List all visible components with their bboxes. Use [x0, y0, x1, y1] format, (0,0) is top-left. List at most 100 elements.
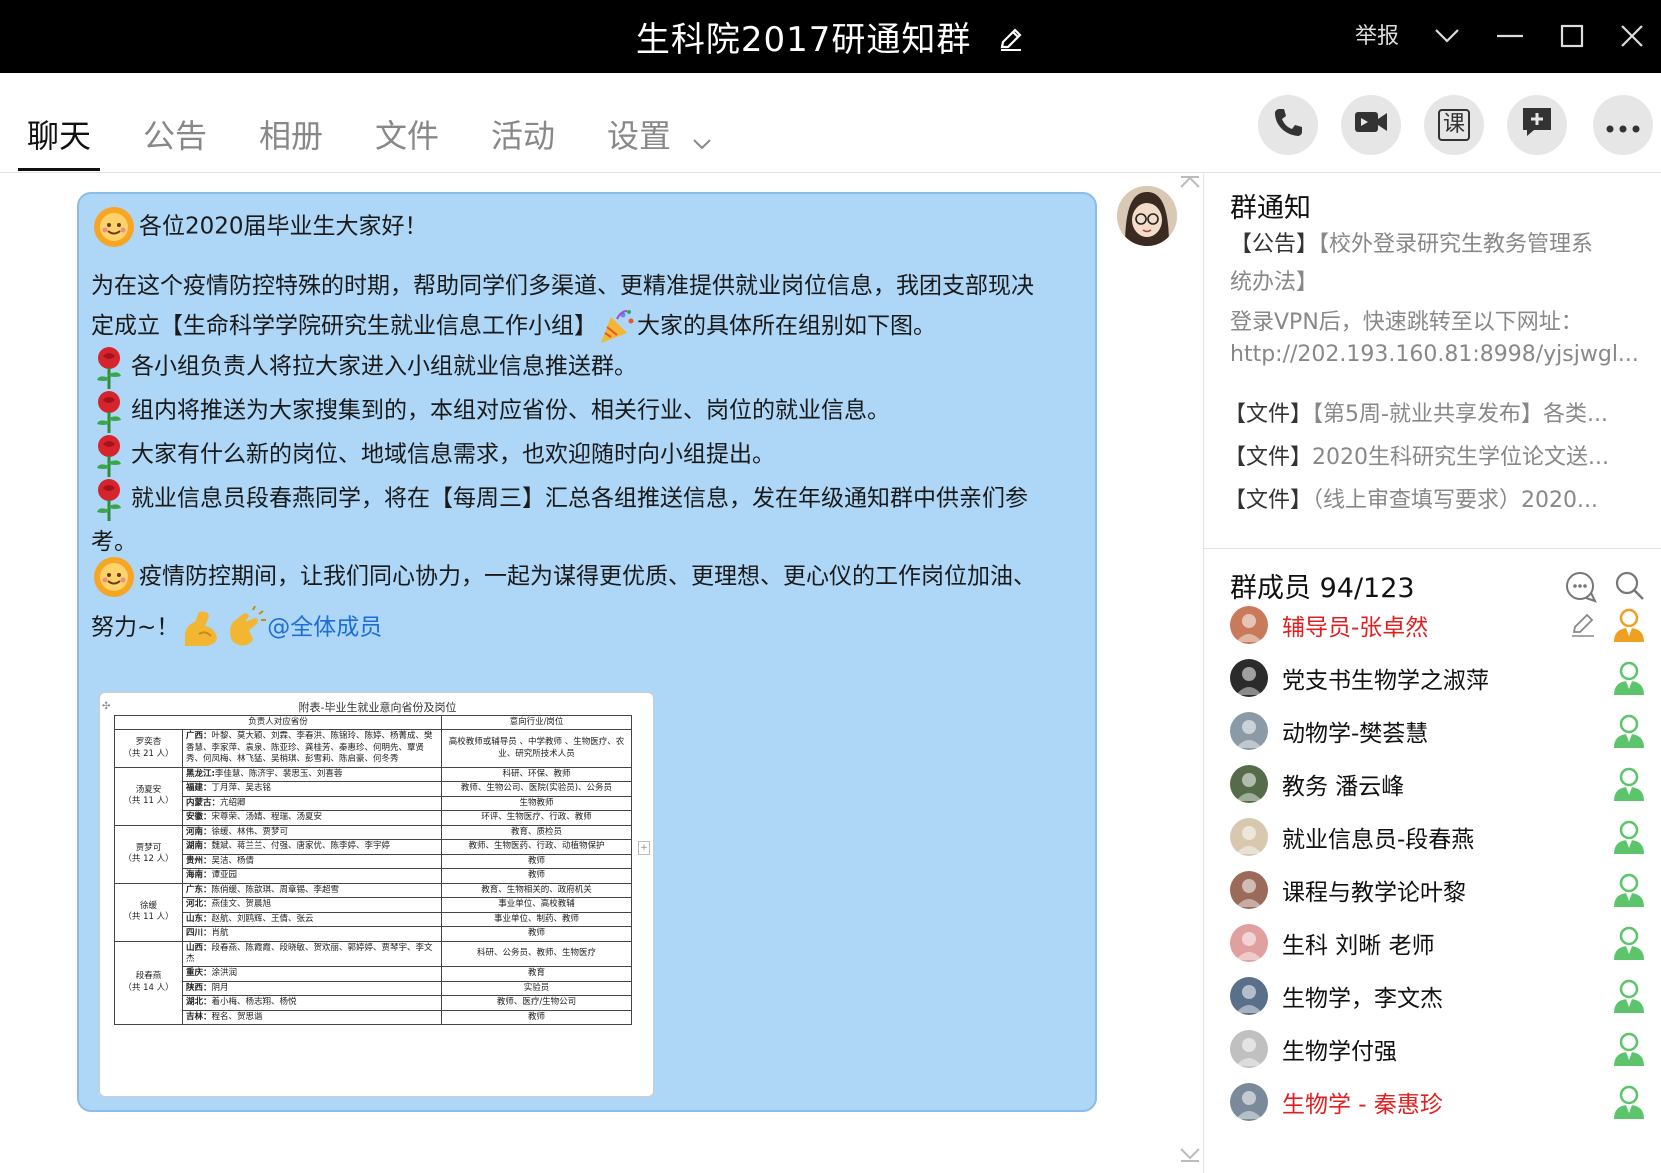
member-row[interactable]: 课程与教学论叶黎: [1230, 865, 1650, 917]
member-avatar[interactable]: [1230, 606, 1268, 644]
message-text-11: 努力~！: [91, 614, 180, 641]
member-row[interactable]: 就业信息员-段春燕: [1230, 812, 1650, 864]
edit-nickname-icon[interactable]: [1568, 609, 1598, 639]
member-person-icon: [1612, 924, 1646, 962]
notice-line[interactable]: 登录VPN后，快速跳转至以下网址：: [1230, 304, 1645, 336]
province-names-cell: 河北：燕佳文、贺晨旭: [182, 897, 442, 913]
notice-line[interactable]: 统办法】: [1230, 264, 1645, 296]
notice-url[interactable]: http://202.193.160.81:8998/yjsjwgl...: [1230, 342, 1645, 367]
file-name: （线上审查填写要求）2020...: [1312, 488, 1598, 513]
maximize-icon[interactable]: [1552, 18, 1592, 54]
file-name: 2020生科研究生学位论文送...: [1312, 445, 1609, 470]
message-text-9: 考。: [91, 529, 137, 555]
job-intent-cell: 教师: [441, 853, 632, 870]
job-intent-cell: 高校教师或辅导员 、中学教师 、生物医疗、农业、研究所技术人员: [441, 729, 632, 768]
member-row[interactable]: 生物学，李文杰: [1230, 971, 1650, 1023]
video-call-button[interactable]: [1341, 95, 1401, 155]
member-avatar[interactable]: [1230, 765, 1268, 803]
group-leader-name: 徐缓: [139, 900, 157, 911]
add-chat-button[interactable]: [1507, 95, 1567, 155]
attached-table-image[interactable]: 附表-毕业生就业意向省份及岗位 ✣ + 负责人对应省份 意向行业/岗位 罗奕杏（…: [99, 692, 654, 1097]
tab-settings[interactable]: 设置: [607, 111, 711, 157]
message-line-10: 疫情防控期间，让我们同心协力，一起为谋得更优质、更理想、更心仪的工作岗位加油、: [91, 554, 1036, 600]
message-text-5: 各小组负责人将拉大家进入小组就业信息推送群。: [131, 353, 637, 380]
member-row[interactable]: 辅导员-张卓然: [1230, 600, 1650, 652]
more-options-button[interactable]: [1593, 95, 1653, 155]
group-member-count: （共 14 人）: [123, 982, 174, 993]
member-row[interactable]: 动物学-樊荟慧: [1230, 706, 1650, 758]
province-label: 广东：: [186, 884, 212, 895]
notice-line[interactable]: 【公告】【校外登录研究生教务管理系: [1230, 226, 1645, 258]
table-header-row: 负责人对应省份 意向行业/岗位: [114, 714, 632, 731]
table-row: 段春燕 （共 14 人） 山西：段春燕、陈霞霞、段晓敏、贺欢丽、郭婷婷、贾琴宇、李文…: [114, 940, 632, 1026]
province-names-cell: 广西：叶黎、莫大颖、刘霖、李春洪、陈锦玲、陈婷、杨菁成、樊香慧、李家萍、袁泉、陈…: [182, 729, 442, 768]
member-avatar[interactable]: [1230, 871, 1268, 909]
group-owner-icon: [1612, 606, 1646, 644]
member-avatar[interactable]: [1230, 1083, 1268, 1121]
message-text-4: 大家的具体所在组别如下图。: [637, 313, 936, 339]
message-bubble[interactable]: 各位2020届毕业生大家好！ 为在这个疫情防控特殊的时期，帮助同学们多渠道、更精…: [77, 192, 1097, 1112]
group-leader-cell: 段春燕 （共 14 人）: [114, 940, 183, 1026]
voice-call-button[interactable]: [1258, 95, 1318, 155]
tab-album[interactable]: 相册: [259, 111, 323, 157]
member-row[interactable]: 生物学付强: [1230, 1024, 1650, 1076]
file-name: 【第5周-就业共享发布】各类...: [1312, 402, 1608, 427]
job-intent-cell: 教育: [441, 966, 632, 982]
message-line-6: 组内将推送为大家搜集到的，本组对应省份、相关行业、岗位的就业信息。: [91, 388, 890, 434]
message-text-2: 为在这个疫情防控特殊的时期，帮助同学们多渠道、更精准提供就业岗位信息，我团支部现…: [91, 273, 1034, 299]
student-names: 徐缓、林伟、贾梦可: [211, 826, 289, 837]
province-label: 黑龙江:: [186, 768, 215, 779]
student-names: 吴洁、杨倩: [211, 855, 255, 866]
tab-chat[interactable]: 聊天: [27, 111, 91, 157]
member-avatar[interactable]: [1230, 924, 1268, 962]
student-names: 阴月: [211, 982, 229, 993]
member-name: 生科 刘晰 老师: [1282, 933, 1435, 959]
member-name: 党支书生物学之淑萍: [1282, 668, 1489, 694]
file-item[interactable]: 【文件】（线上审查填写要求）2020...: [1224, 482, 1649, 514]
class-button[interactable]: 课: [1424, 95, 1484, 155]
minimize-icon[interactable]: [1490, 18, 1530, 54]
rose-emoji-icon: [91, 432, 127, 478]
member-row[interactable]: 生科 刘晰 老师: [1230, 918, 1650, 970]
search-icon[interactable]: [1614, 570, 1646, 602]
member-row[interactable]: 生物学 - 秦惠珍: [1230, 1077, 1650, 1129]
tab-announcement[interactable]: 公告: [143, 111, 207, 157]
scroll-down-icon[interactable]: [1180, 1146, 1200, 1167]
student-names: 亢绍卿: [220, 797, 246, 808]
table-row: 徐缓 （共 11 人） 广东：陈俏缓、陈歆琪、周章锡、李超雪 教育、生物相关的、政府机…: [114, 882, 632, 942]
member-avatar[interactable]: [1230, 1030, 1268, 1068]
tab-files[interactable]: 文件: [375, 111, 439, 157]
job-intent-cell: 教师: [441, 1009, 632, 1026]
student-names: 叶黎、莫大颖、刘霖、李春洪、陈锦玲、陈婷、杨菁成、樊香慧、李家萍、袁泉、陈亚珍、…: [186, 731, 433, 765]
chat-area[interactable]: 各位2020届毕业生大家好！ 为在这个疫情防控特殊的时期，帮助同学们多渠道、更精…: [0, 174, 1203, 1173]
title-bar: 生科院2017研通知群 举报: [0, 0, 1661, 73]
member-avatar[interactable]: [1230, 977, 1268, 1015]
province-label: 山西：: [186, 942, 212, 953]
student-names: 谭亚园: [211, 870, 238, 881]
clapping-hands-emoji-icon: [223, 605, 267, 650]
tab-activities[interactable]: 活动: [491, 111, 555, 157]
edit-title-icon[interactable]: [997, 22, 1025, 62]
file-item[interactable]: 【文件】2020生科研究生学位论文送...: [1224, 439, 1649, 471]
close-icon[interactable]: [1612, 18, 1652, 54]
job-intent-cell: 教育、质检员: [441, 824, 632, 841]
scroll-up-icon[interactable]: [1180, 172, 1200, 193]
member-chat-icon[interactable]: [1564, 570, 1598, 604]
file-item[interactable]: 【文件】【第5周-就业共享发布】各类...: [1224, 396, 1649, 428]
job-intent-cell: 教师、医疗/生物公司: [441, 995, 632, 1011]
sender-avatar[interactable]: [1117, 186, 1177, 246]
member-avatar[interactable]: [1230, 659, 1268, 697]
table-row: 罗奕杏 （共 21 人） 广西：叶黎、莫大颖、刘霖、李春洪、陈锦玲、陈婷、杨菁成、樊…: [114, 729, 632, 768]
table-row: 海南：谭亚园 教师: [115, 868, 632, 884]
province-names-cell: 福建：丁月萍、吴志铭: [182, 781, 442, 797]
province-label: 海南：: [186, 870, 212, 881]
member-row[interactable]: 党支书生物学之淑萍: [1230, 653, 1650, 705]
report-button[interactable]: 举报: [1355, 18, 1399, 50]
member-avatar[interactable]: [1230, 712, 1268, 750]
member-avatar[interactable]: [1230, 818, 1268, 856]
member-row[interactable]: 教务 潘云峰: [1230, 759, 1650, 811]
mention-all-members[interactable]: @全体成员: [267, 615, 382, 641]
add-message-icon: [1520, 106, 1554, 145]
dropdown-chevron-icon[interactable]: [1427, 18, 1467, 54]
section-divider: [1204, 548, 1661, 549]
